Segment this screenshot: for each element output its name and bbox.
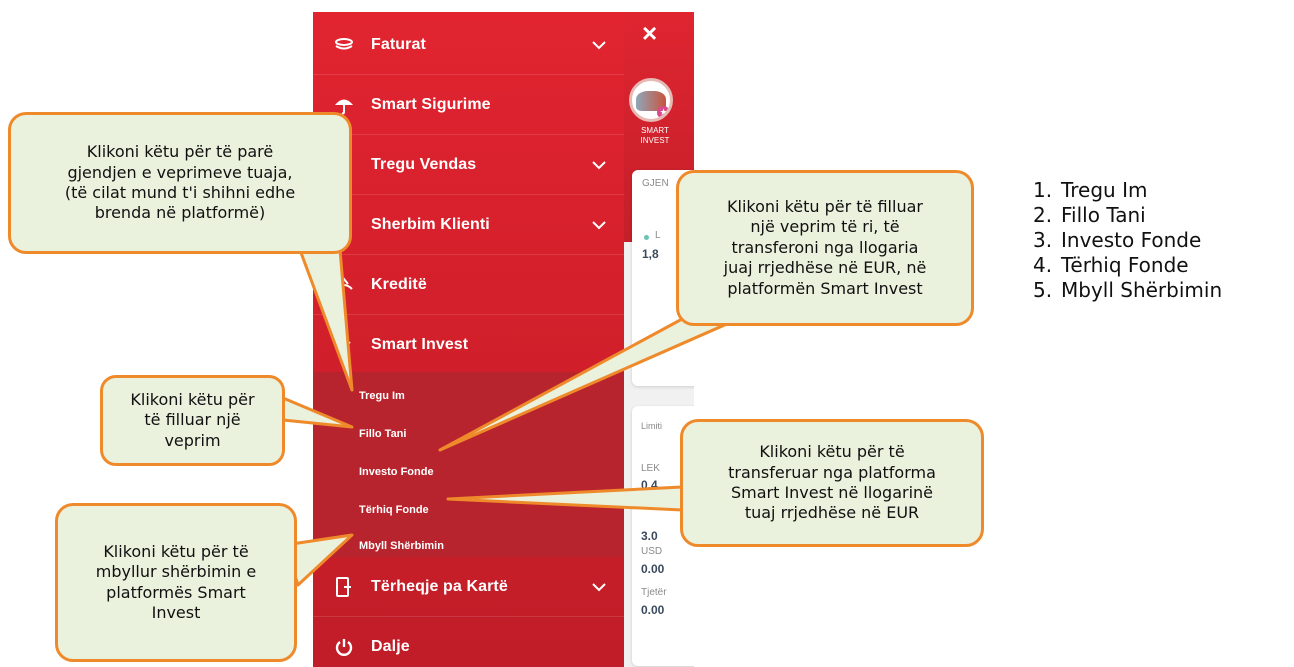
callout-tail-start (281, 396, 354, 429)
steps-list: 1. Tregu Im 2. Fillo Tani 3. Investo Fonde … (1033, 178, 1222, 303)
step-label: Fillo Tani (1061, 203, 1146, 227)
step-label: Tregu Im (1061, 178, 1148, 202)
step-number: 4. (1033, 253, 1053, 277)
step-number: 3. (1033, 228, 1053, 252)
callout-tail-status (298, 248, 354, 392)
step-number: 2. (1033, 203, 1053, 227)
callout-start: Klikoni këtu për të filluar një veprim (100, 375, 285, 466)
callout-status: Klikoni këtu për të parë gjendjen e vepr… (8, 112, 352, 254)
step-label: Mbyll Shërbimin (1061, 278, 1223, 302)
step-number: 5. (1033, 278, 1053, 302)
callout-withdraw: Klikoni këtu për të transferuar nga plat… (680, 419, 984, 547)
step-label: Tërhiq Fonde (1061, 253, 1189, 277)
step-item: 3. Investo Fonde (1033, 228, 1222, 253)
step-item: 2. Fillo Tani (1033, 203, 1222, 228)
step-item: 5. Mbyll Shërbimin (1033, 278, 1222, 303)
step-item: 4. Tërhiq Fonde (1033, 253, 1222, 278)
callout-tail-withdraw (446, 485, 684, 512)
callout-invest: Klikoni këtu për të filluar një veprim t… (676, 170, 974, 326)
callout-close: Klikoni këtu për të mbyllur shërbimin e … (55, 503, 297, 662)
step-number: 1. (1033, 178, 1053, 202)
step-item: 1. Tregu Im (1033, 178, 1222, 203)
step-label: Investo Fonde (1061, 228, 1202, 252)
